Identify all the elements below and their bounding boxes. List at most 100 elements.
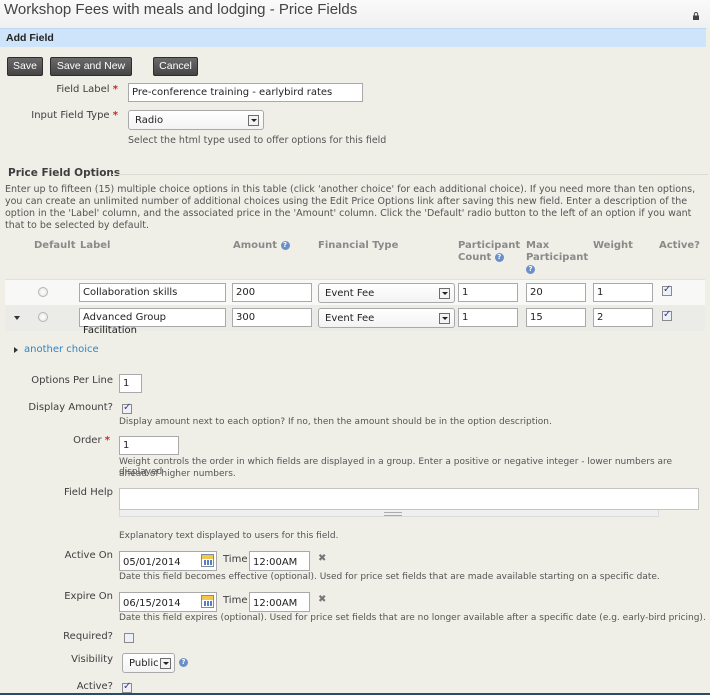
financial-type-select[interactable]: Event Fee (318, 283, 455, 303)
visibility-select[interactable]: Public (122, 653, 175, 673)
max-participant-input[interactable]: 15 (526, 308, 586, 327)
price-field-options-description: Enter up to fifteen (15) multiple choice… (5, 184, 696, 231)
options-per-line-input[interactable]: 1 (119, 374, 142, 393)
column-participant-count: Participant Count ? (458, 240, 520, 264)
table-header: Default Label Amount ? Financial Type Pa… (5, 236, 705, 278)
expire-on-time-label: Time (223, 595, 248, 606)
max-participant-input[interactable]: 20 (526, 283, 586, 302)
required-mark: * (112, 84, 118, 95)
input-field-type-select[interactable]: Radio (128, 110, 264, 130)
help-icon[interactable]: ? (494, 253, 504, 262)
visibility-label: Visibility (71, 654, 113, 665)
expire-on-help: Date this field expires (optional). Used… (119, 613, 706, 623)
help-icon[interactable]: ? (280, 241, 290, 250)
chevron-down-icon (439, 288, 450, 299)
display-amount-help: Display amount next to each option? If n… (119, 417, 552, 427)
calendar-icon[interactable] (201, 595, 214, 608)
active-on-label: Active On (64, 550, 113, 561)
option-amount-input[interactable]: 200 (232, 283, 312, 302)
order-label-text: Order (73, 435, 102, 446)
cancel-button[interactable]: Cancel (153, 57, 198, 76)
financial-type-value: Event Fee (325, 288, 375, 299)
required-mark: * (104, 435, 110, 446)
financial-type-value: Event Fee (325, 313, 375, 324)
input-field-type-label: Input Field Type * (31, 110, 118, 121)
title-bar: Workshop Fees with meals and lodging - P… (0, 0, 710, 28)
required-mark: * (112, 110, 118, 121)
required-checkbox[interactable] (124, 633, 134, 643)
calendar-icon[interactable] (201, 554, 214, 567)
order-label: Order * (73, 435, 110, 446)
options-per-line-label: Options Per Line (31, 375, 113, 386)
column-default: Default (34, 240, 76, 251)
column-amount: Amount ? (233, 240, 290, 252)
display-amount-label: Display Amount? (28, 402, 113, 413)
column-amount-text: Amount (233, 240, 278, 251)
active-checkbox[interactable] (662, 309, 672, 321)
table-row: Collaboration skills 200 Event Fee 1 20 … (5, 279, 705, 305)
participant-count-input[interactable]: 1 (458, 283, 518, 302)
display-amount-checkbox[interactable] (122, 402, 132, 414)
price-field-options-title: Price Field Options (8, 167, 121, 179)
column-max-participant: Max Participant? (526, 240, 588, 276)
expire-on-label: Expire On (64, 591, 113, 602)
column-active: Active? (659, 240, 700, 251)
option-label-input[interactable]: Collaboration skills (79, 283, 226, 302)
save-and-new-button[interactable]: Save and New (50, 57, 132, 76)
option-label-input[interactable]: Advanced Group Facilitation (79, 308, 226, 336)
collapse-row-icon[interactable] (14, 316, 20, 320)
default-radio[interactable] (38, 312, 48, 322)
input-field-type-value: Radio (135, 115, 164, 126)
chevron-down-icon (160, 658, 171, 669)
column-participant-count-line2: Count (458, 252, 492, 263)
clear-icon[interactable]: ✖ (318, 553, 326, 564)
active-checkbox[interactable] (662, 284, 672, 296)
page-title: Workshop Fees with meals and lodging - P… (4, 1, 358, 18)
visibility-value: Public (129, 658, 159, 669)
expand-arrow-icon (14, 347, 18, 353)
order-input[interactable]: 1 (119, 436, 179, 455)
another-choice-link[interactable]: another choice (24, 344, 99, 355)
weight-input[interactable]: 2 (593, 308, 653, 327)
order-help-line2: ahead of higher numbers. (119, 469, 236, 479)
column-financial-type: Financial Type (318, 240, 399, 251)
section-divider (112, 174, 708, 175)
input-field-type-text: Input Field Type (31, 110, 110, 121)
chevron-down-icon (248, 115, 259, 126)
price-options-table: Default Label Amount ? Financial Type Pa… (5, 236, 705, 336)
field-label-input[interactable]: Pre-conference training - earlybird rate… (128, 83, 363, 102)
default-radio[interactable] (38, 287, 48, 297)
chevron-down-icon (439, 313, 450, 324)
column-participant-count-line1: Participant (458, 240, 521, 251)
help-icon[interactable]: ? (179, 658, 188, 667)
field-help-help: Explanatory text displayed to users for … (119, 531, 339, 541)
field-label-label: Field Label * (56, 84, 118, 95)
participant-count-input[interactable]: 1 (458, 308, 518, 327)
active-on-time-input[interactable]: 12:00AM (249, 551, 310, 571)
lock-icon[interactable] (692, 12, 700, 20)
table-row: Advanced Group Facilitation 300 Event Fe… (5, 305, 705, 336)
input-field-type-help: Select the html type used to offer optio… (128, 135, 387, 146)
active-checkbox[interactable] (122, 681, 132, 693)
column-max-participant-line1: Max (526, 240, 550, 251)
required-label: Required? (63, 631, 113, 642)
financial-type-select[interactable]: Event Fee (318, 308, 455, 328)
form-header: Add Field (0, 28, 706, 47)
help-icon[interactable]: ? (526, 265, 535, 274)
column-label: Label (80, 240, 111, 251)
weight-input[interactable]: 1 (593, 283, 653, 302)
form-header-title: Add Field (6, 32, 54, 44)
clear-icon[interactable]: ✖ (318, 594, 326, 605)
field-help-textarea[interactable] (119, 488, 699, 510)
active-on-help: Date this field becomes effective (optio… (119, 572, 660, 582)
textarea-resize-grip[interactable] (119, 510, 659, 517)
column-weight: Weight (593, 240, 633, 251)
field-label-text: Field Label (56, 84, 110, 95)
column-max-participant-line2: Participant (526, 252, 589, 263)
save-button[interactable]: Save (7, 57, 43, 76)
active-label: Active? (76, 681, 113, 692)
expire-on-time-input[interactable]: 12:00AM (249, 592, 310, 612)
active-on-time-label: Time (223, 554, 248, 565)
option-amount-input[interactable]: 300 (232, 308, 312, 327)
field-help-label: Field Help (63, 487, 113, 498)
